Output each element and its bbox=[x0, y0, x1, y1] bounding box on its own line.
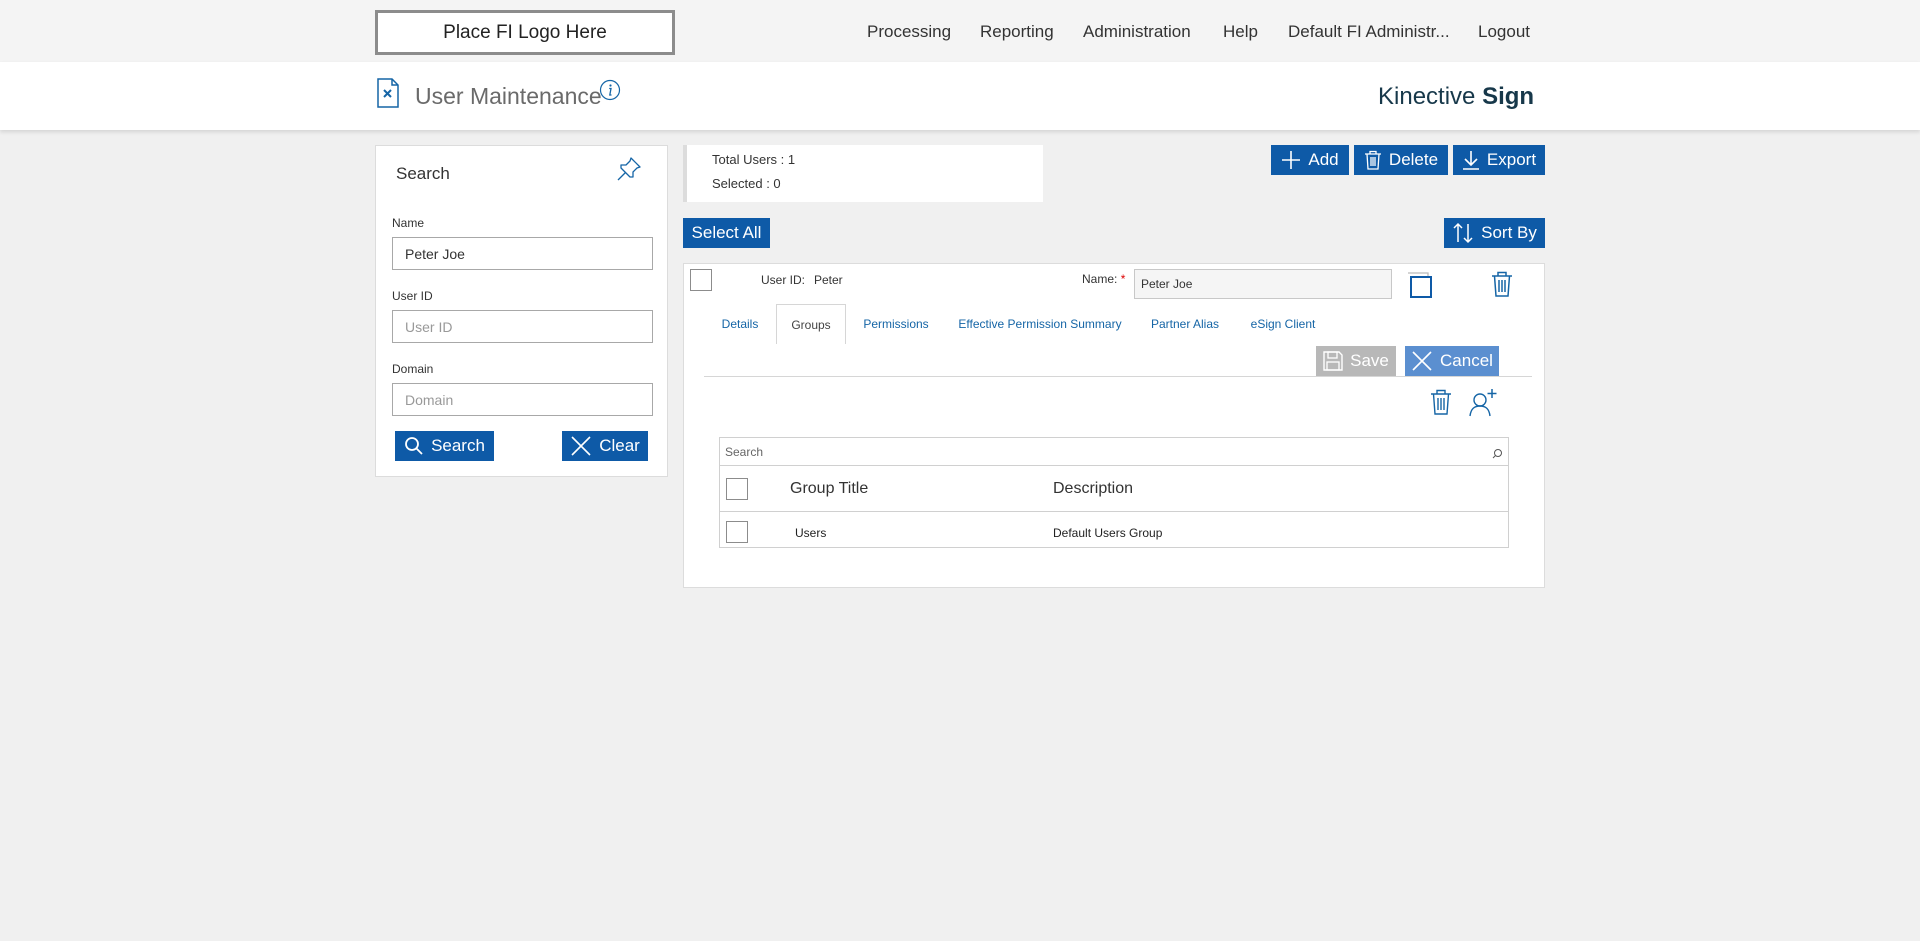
selected-count: Selected : 0 bbox=[712, 176, 781, 191]
remove-group-icon[interactable] bbox=[1430, 388, 1452, 421]
clear-button[interactable]: Clear bbox=[562, 431, 648, 461]
close-icon bbox=[571, 436, 591, 456]
column-header-group-title[interactable]: Group Title bbox=[790, 480, 868, 498]
users-summary: Total Users : 1 Selected : 0 bbox=[683, 145, 1043, 202]
nav-administration[interactable]: Administration bbox=[1083, 22, 1191, 42]
pin-icon[interactable] bbox=[614, 154, 644, 189]
groups-grid: Group Title Description Users Default Us… bbox=[719, 437, 1509, 548]
save-button[interactable]: Save bbox=[1316, 346, 1396, 376]
tab-details[interactable]: Details bbox=[708, 304, 772, 344]
select-all-groups-checkbox[interactable] bbox=[726, 478, 748, 500]
search-panel: Search Name User ID Domain Search Clear bbox=[375, 145, 668, 477]
fi-logo-placeholder: Place FI Logo Here bbox=[375, 10, 675, 55]
document-icon bbox=[376, 78, 400, 113]
name-label: Name bbox=[392, 216, 425, 230]
cancel-button[interactable]: Cancel bbox=[1405, 346, 1499, 376]
domain-input[interactable] bbox=[392, 383, 653, 416]
tab-partner-alias[interactable]: Partner Alias bbox=[1140, 304, 1230, 344]
group-row-checkbox[interactable] bbox=[726, 521, 748, 543]
total-users: Total Users : 1 bbox=[712, 152, 796, 167]
userid-input[interactable] bbox=[392, 310, 653, 343]
user-name-input[interactable] bbox=[1134, 269, 1392, 299]
header-divider bbox=[720, 511, 1508, 512]
nav-logout[interactable]: Logout bbox=[1478, 22, 1530, 42]
group-description-cell: Default Users Group bbox=[1053, 526, 1163, 540]
sort-icon bbox=[1453, 222, 1473, 244]
name-input[interactable] bbox=[392, 237, 653, 270]
page-title: User Maintenance bbox=[415, 83, 602, 109]
domain-label: Domain bbox=[392, 362, 434, 376]
user-card: User ID: Peter Name: * Details Groups Pe… bbox=[683, 263, 1545, 588]
add-button[interactable]: Add bbox=[1271, 145, 1349, 175]
userid-label: User ID: bbox=[761, 273, 806, 287]
nav-user-menu[interactable]: Default FI Administr... bbox=[1288, 22, 1450, 42]
tab-divider bbox=[704, 376, 1532, 377]
tab-effective-permission-summary[interactable]: Effective Permission Summary bbox=[950, 304, 1130, 344]
userid-value: Peter bbox=[814, 273, 843, 287]
sort-by-button[interactable]: Sort By bbox=[1444, 218, 1545, 248]
tab-groups[interactable]: Groups bbox=[776, 304, 846, 344]
delete-button[interactable]: Delete bbox=[1354, 145, 1448, 175]
nav-reporting[interactable]: Reporting bbox=[980, 22, 1054, 42]
tab-esign-client[interactable]: eSign Client bbox=[1240, 304, 1326, 344]
nav-help[interactable]: Help bbox=[1223, 22, 1258, 42]
export-button[interactable]: Export bbox=[1453, 145, 1545, 175]
top-bar: Place FI Logo Here Processing Reporting … bbox=[0, 0, 1920, 62]
page-header bbox=[0, 62, 1920, 130]
column-header-description[interactable]: Description bbox=[1053, 480, 1133, 498]
search-icon bbox=[405, 437, 423, 455]
nav-processing[interactable]: Processing bbox=[867, 22, 951, 42]
delete-user-icon[interactable] bbox=[1490, 270, 1514, 303]
copy-icon[interactable] bbox=[1405, 270, 1435, 305]
info-icon[interactable] bbox=[599, 79, 621, 106]
userid-label: User ID bbox=[392, 289, 433, 303]
group-title-cell: Users bbox=[795, 526, 827, 540]
select-all-button[interactable]: Select All bbox=[683, 218, 770, 248]
tab-permissions[interactable]: Permissions bbox=[850, 304, 942, 344]
search-panel-title: Search bbox=[396, 164, 450, 183]
plus-icon bbox=[1282, 151, 1301, 169]
grid-search-input[interactable] bbox=[720, 438, 1508, 466]
brand-logo: Kinective Sign bbox=[1378, 83, 1535, 110]
download-icon bbox=[1462, 151, 1479, 170]
trash-icon bbox=[1364, 150, 1381, 170]
search-button[interactable]: Search bbox=[395, 431, 494, 461]
close-icon bbox=[1412, 351, 1432, 371]
floppy-disk-icon bbox=[1323, 351, 1343, 371]
required-mark: * bbox=[1120, 272, 1126, 286]
search-icon bbox=[1492, 446, 1503, 464]
name-label: Name: * bbox=[1082, 272, 1126, 286]
user-select-checkbox[interactable] bbox=[690, 269, 712, 291]
add-user-to-group-icon[interactable] bbox=[1468, 388, 1498, 423]
